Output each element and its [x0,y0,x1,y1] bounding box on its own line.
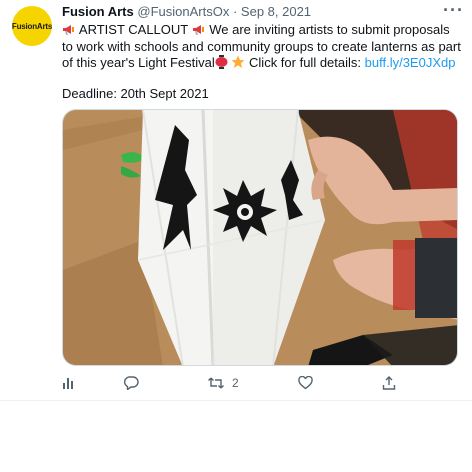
retweet-count: 2 [232,376,239,390]
reply-icon [124,376,139,390]
star-icon [231,55,245,68]
details-link[interactable]: buff.ly/3E0JXdp [365,55,456,70]
analytics-icon [63,378,73,389]
tweet-text: ARTIST CALLOUT We are inviting artists t… [62,22,464,72]
retweet-button[interactable]: 2 [208,376,239,390]
callout-cta: Click for full details: [249,55,362,70]
share-icon [382,376,396,390]
avatar-logo-text: FusionArts [12,21,52,31]
heart-icon [298,376,313,390]
lantern-photo-image [63,110,457,365]
callout-heading: ARTIST CALLOUT [78,22,188,37]
like-button[interactable] [298,376,313,390]
share-button[interactable] [382,376,396,390]
author-handle[interactable]: @FusionArtsOx [137,4,229,19]
author-name[interactable]: Fusion Arts [62,4,134,19]
tweet[interactable]: FusionArts Fusion Arts @FusionArtsOx · S… [0,0,472,400]
deadline-text: Deadline: 20th Sept 2021 [62,86,209,101]
tweet-photo[interactable] [62,109,458,366]
separator: · [232,4,238,19]
tweet-date[interactable]: Sep 8, 2021 [241,4,311,19]
megaphone-icon [192,25,204,35]
analytics-button[interactable] [62,376,76,390]
reply-button[interactable] [124,376,139,390]
tweet-header: Fusion Arts @FusionArtsOx · Sep 8, 2021 [62,4,311,20]
retweet-icon [208,377,224,389]
tweet-actions: 2 [62,376,402,396]
red-lantern-icon [215,55,228,69]
megaphone-icon [63,25,74,35]
tweet-divider [0,400,472,401]
more-options-button[interactable]: ··· [443,0,464,21]
avatar[interactable]: FusionArts [12,6,52,46]
